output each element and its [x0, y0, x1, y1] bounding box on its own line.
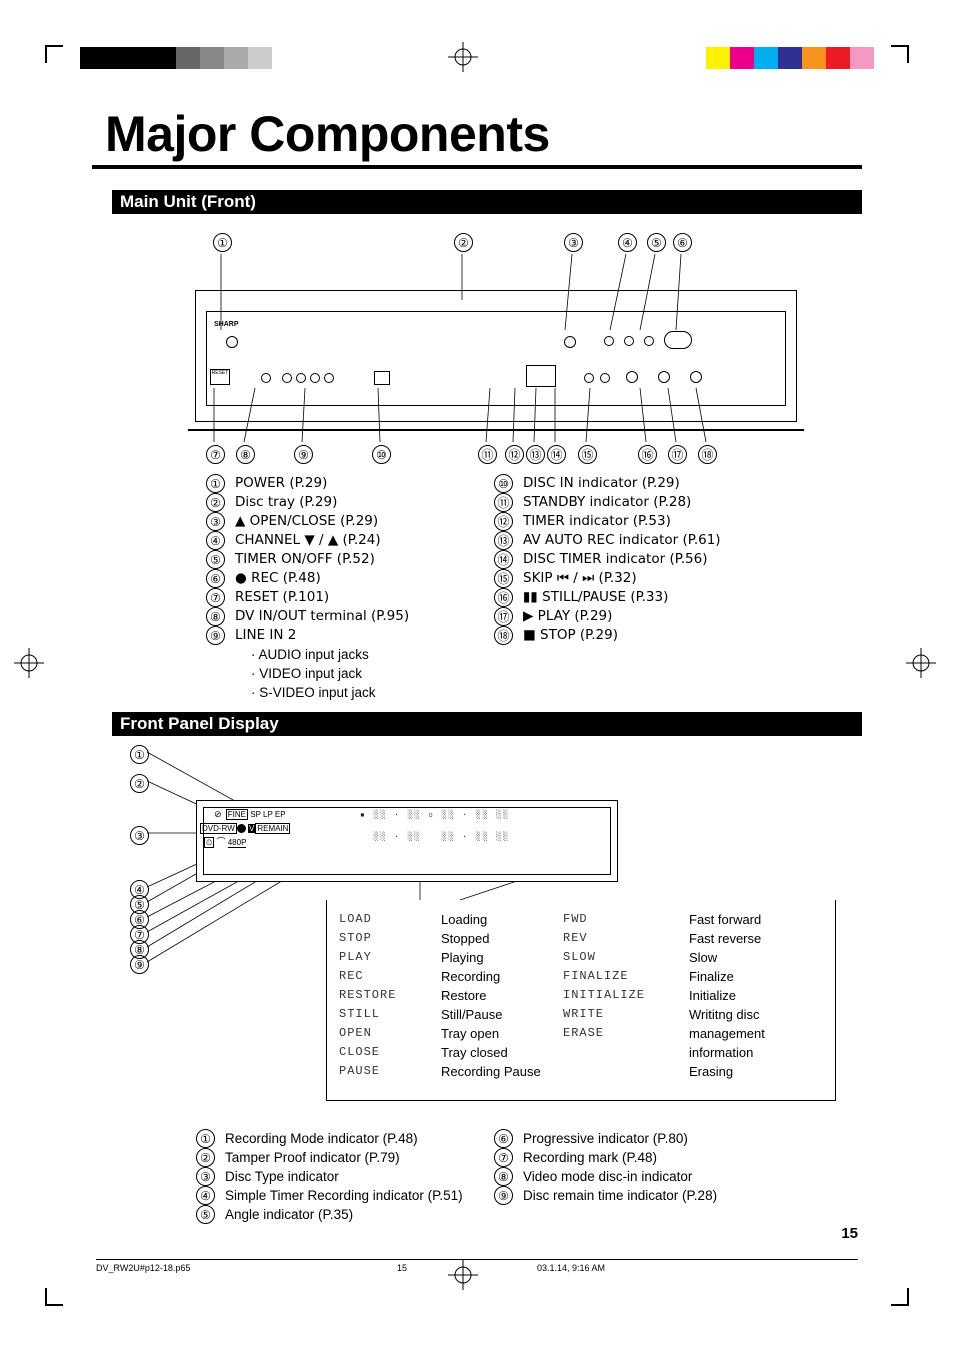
fpd-legend-right: ⑥Progressive indicator (P.80)⑦Recording …: [494, 1129, 717, 1205]
registration-crosshair: [14, 648, 44, 678]
color-swatch: [706, 47, 730, 69]
page-footer: DV_RW2U#p12-18.p65 15 03.1.14, 9:16 AM: [96, 1263, 858, 1273]
footer-page: 15: [397, 1263, 407, 1273]
legend-column-right: ⑩DISC IN indicator (P.29)⑪STANDBY indica…: [494, 474, 721, 645]
registration-crosshair: [906, 648, 936, 678]
page-number: 15: [841, 1225, 858, 1242]
title-rule: [92, 165, 862, 169]
device-front-diagram: SHARP RESET: [195, 290, 797, 422]
footer-timestamp: 03.1.14, 9:16 AM: [537, 1263, 605, 1273]
fpd-legend-left: ①Recording Mode indicator (P.48)②Tamper …: [196, 1129, 463, 1224]
registration-crosshair: [448, 42, 478, 72]
crop-mark: [45, 45, 63, 47]
page-title: Major Components: [105, 105, 550, 163]
section-main-unit-front: Main Unit (Front): [112, 190, 862, 214]
display-status-table: LOADSTOPPLAYRECRESTORESTILLOPENCLOSEPAUS…: [326, 900, 836, 1101]
legend-column-left: ①POWER (P.29)②Disc tray (P.29)③▲ OPEN/CL…: [206, 474, 409, 702]
section-front-panel-display: Front Panel Display: [112, 712, 862, 736]
footer-filename: DV_RW2U#p12-18.p65: [96, 1263, 190, 1273]
